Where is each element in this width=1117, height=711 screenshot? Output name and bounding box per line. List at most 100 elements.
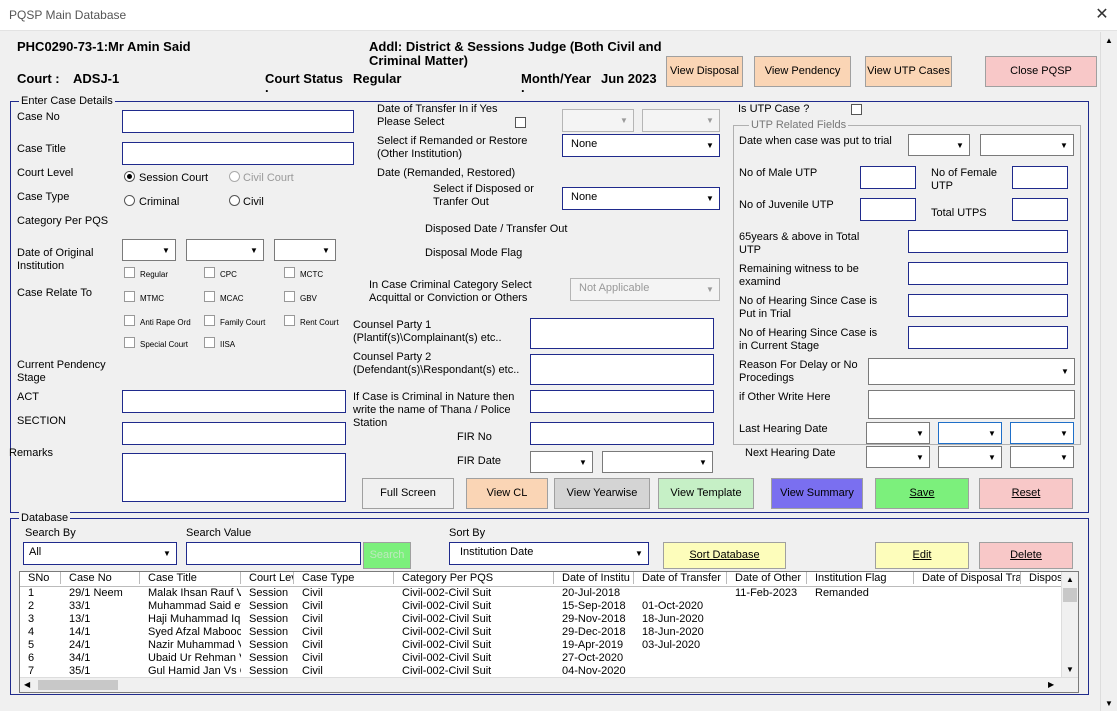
search-by-dropdown[interactable]: All ▼: [23, 542, 177, 565]
mtmc-checkbox[interactable]: [124, 291, 135, 302]
session-court-radio[interactable]: [124, 171, 135, 182]
table-row[interactable]: 1 29/1 Neem Malak Ihsan Rauf V Session Civil…: [20, 587, 1061, 600]
mcac-checkbox[interactable]: [204, 291, 215, 302]
transfer-date-dropdown-1[interactable]: ▼: [562, 109, 634, 132]
trial-date-dropdown-2[interactable]: ▼: [980, 134, 1074, 156]
column-header[interactable]: Case Type: [294, 572, 394, 584]
transfer-checkbox[interactable]: [515, 117, 526, 128]
full-screen-button[interactable]: Full Screen: [362, 478, 454, 509]
iisa-checkbox[interactable]: [204, 337, 215, 348]
column-header[interactable]: Case No: [61, 572, 140, 584]
column-header[interactable]: Date of Disposal Tra: [914, 572, 1021, 584]
orig-year-dropdown[interactable]: ▼: [274, 239, 336, 261]
save-button[interactable]: Save: [875, 478, 969, 509]
table-row[interactable]: 5 24/1 Nazir Muhammad V Session Civil Civil-0…: [20, 639, 1061, 652]
search-button[interactable]: Search: [363, 542, 411, 569]
total-utps-input[interactable]: [1012, 198, 1068, 221]
next-hearing-month-dropdown[interactable]: ▼: [938, 446, 1002, 468]
scroll-up-icon[interactable]: ▲: [1105, 36, 1113, 45]
scroll-left-icon[interactable]: ◀: [24, 680, 30, 689]
fir-no-input[interactable]: [530, 422, 714, 445]
act-input[interactable]: [122, 390, 346, 413]
column-header[interactable]: Court Lev: [241, 572, 294, 584]
hearing-trial-input[interactable]: [908, 294, 1068, 317]
transfer-date-dropdown-2[interactable]: ▼: [642, 109, 720, 132]
orig-month-dropdown[interactable]: ▼: [186, 239, 264, 261]
remaining-witness-input[interactable]: [908, 262, 1068, 285]
database-grid[interactable]: SNo Case No Case Title Court Lev Case Ty…: [19, 571, 1079, 693]
delay-reason-dropdown[interactable]: ▼: [868, 358, 1075, 385]
remanded-dropdown[interactable]: None ▼: [562, 134, 720, 157]
view-pendency-button[interactable]: View Pendency: [754, 56, 851, 87]
counsel-party-1-input[interactable]: [530, 318, 714, 349]
juvenile-utp-input[interactable]: [860, 198, 916, 221]
fir-date-day-dropdown[interactable]: ▼: [530, 451, 593, 473]
view-template-button[interactable]: View Template: [658, 478, 754, 509]
close-pqsp-button[interactable]: Close PQSP: [985, 56, 1097, 87]
above65-input[interactable]: [908, 230, 1068, 253]
view-utp-cases-button[interactable]: View UTP Cases: [865, 56, 952, 87]
view-cl-button[interactable]: View CL: [466, 478, 548, 509]
view-disposal-button[interactable]: View Disposal: [666, 56, 743, 87]
table-row[interactable]: 4 14/1 Syed Afzal Mabooc Session Civil Civil-…: [20, 626, 1061, 639]
edit-button[interactable]: Edit: [875, 542, 969, 569]
case-no-input[interactable]: [122, 110, 354, 133]
family-court-checkbox[interactable]: [204, 315, 215, 326]
thana-input[interactable]: [530, 390, 714, 413]
male-utp-input[interactable]: [860, 166, 916, 189]
criminal-category-dropdown[interactable]: Not Applicable ▼: [570, 278, 720, 301]
criminal-radio[interactable]: [124, 195, 135, 206]
hearing-stage-input[interactable]: [908, 326, 1068, 349]
scroll-up-icon[interactable]: ▲: [1066, 575, 1074, 584]
utp-checkbox[interactable]: [851, 104, 862, 115]
column-header[interactable]: Date of Institu: [554, 572, 634, 584]
fir-date-month-dropdown[interactable]: ▼: [602, 451, 713, 473]
cpc-checkbox[interactable]: [204, 267, 215, 278]
orig-day-dropdown[interactable]: ▼: [122, 239, 176, 261]
special-court-checkbox[interactable]: [124, 337, 135, 348]
column-header[interactable]: Date of Other: [727, 572, 807, 584]
scroll-thumb[interactable]: [1063, 588, 1077, 602]
other-input[interactable]: [868, 390, 1075, 419]
table-row[interactable]: 6 34/1 Ubaid Ur Rehman V Session Civil Civil-…: [20, 652, 1061, 665]
sort-by-dropdown[interactable]: Institution Date ▼: [449, 542, 649, 565]
reset-button[interactable]: Reset: [979, 478, 1073, 509]
column-header[interactable]: Dispos: [1021, 572, 1061, 584]
column-header[interactable]: SNo: [20, 572, 61, 584]
remarks-input[interactable]: [122, 453, 346, 502]
grid-horizontal-scrollbar[interactable]: ◀ ▶: [20, 677, 1078, 692]
rent-court-checkbox[interactable]: [284, 315, 295, 326]
scroll-right-icon[interactable]: ▶: [1048, 680, 1054, 689]
column-header[interactable]: Case Title: [140, 572, 241, 584]
grid-vertical-scrollbar[interactable]: ▲ ▼: [1061, 572, 1078, 677]
column-header[interactable]: Category Per PQS: [394, 572, 554, 584]
civil-radio[interactable]: [229, 195, 240, 206]
next-hearing-year-dropdown[interactable]: ▼: [1010, 446, 1074, 468]
view-yearwise-button[interactable]: View Yearwise: [554, 478, 650, 509]
next-hearing-day-dropdown[interactable]: ▼: [866, 446, 930, 468]
table-row[interactable]: 3 13/1 Haji Muhammad Iql Session Civil Civil-…: [20, 613, 1061, 626]
anti-rape-checkbox[interactable]: [124, 315, 135, 326]
last-hearing-month-dropdown[interactable]: ▼: [938, 422, 1002, 444]
disposed-dropdown[interactable]: None ▼: [562, 187, 720, 210]
scroll-thumb[interactable]: [38, 680, 118, 690]
view-summary-button[interactable]: View Summary: [771, 478, 863, 509]
female-utp-input[interactable]: [1012, 166, 1068, 189]
last-hearing-day-dropdown[interactable]: ▼: [866, 422, 930, 444]
trial-date-dropdown-1[interactable]: ▼: [908, 134, 970, 156]
sort-database-button[interactable]: Sort Database: [663, 542, 786, 569]
mctc-checkbox[interactable]: [284, 267, 295, 278]
gbv-checkbox[interactable]: [284, 291, 295, 302]
scroll-down-icon[interactable]: ▼: [1105, 699, 1113, 708]
last-hearing-year-dropdown[interactable]: ▼: [1010, 422, 1074, 444]
window-scrollbar[interactable]: ▲ ▼: [1100, 32, 1117, 711]
delete-button[interactable]: Delete: [979, 542, 1073, 569]
column-header[interactable]: Institution Flag: [807, 572, 914, 584]
section-input[interactable]: [122, 422, 346, 445]
counsel-party-2-input[interactable]: [530, 354, 714, 385]
scroll-down-icon[interactable]: ▼: [1066, 665, 1074, 674]
column-header[interactable]: Date of Transfer: [634, 572, 727, 584]
civil-court-radio[interactable]: [229, 171, 240, 182]
window-close-icon[interactable]: ✕: [1090, 4, 1114, 24]
regular-checkbox[interactable]: [124, 267, 135, 278]
